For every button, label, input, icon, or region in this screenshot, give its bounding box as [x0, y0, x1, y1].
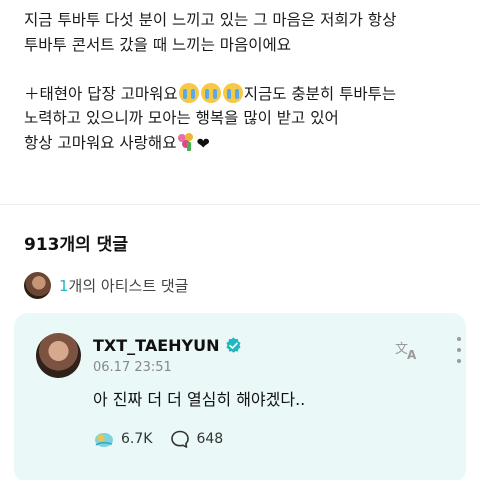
avatar — [24, 271, 51, 299]
verified-badge-icon — [225, 337, 241, 353]
artist-comment-card: TXT_TAEHYUN 06.17 23:51 아 진짜 더 더 열심히 해야겠… — [14, 313, 466, 480]
crying-face-emoji-icon — [200, 82, 221, 103]
post-line-text: 항상 고마워요 사랑해요 — [24, 133, 177, 152]
author-name[interactable]: TXT_TAEHYUN — [93, 336, 220, 355]
bouquet-emoji-icon — [176, 132, 196, 152]
author-name-row[interactable]: TXT_TAEHYUN — [93, 336, 242, 355]
post-line: 노력하고 있으니까 모아는 행복을 많이 받고 있어 — [24, 109, 339, 127]
svg-text:A: A — [407, 348, 417, 361]
section-divider — [0, 204, 480, 205]
artist-comment-count: 1 — [59, 276, 69, 295]
post-line: 지금 투바투 다섯 분이 느끼고 있는 그 마음은 저희가 항상 — [24, 11, 397, 29]
author-avatar[interactable] — [36, 333, 81, 378]
post-line-prefix: ＋태현아 답장 고마워요 — [24, 84, 178, 103]
artist-comments-label: 1개의 아티스트 댓글 — [59, 275, 188, 296]
comment-count: 913개의 댓글 — [24, 235, 128, 255]
post-line: 투바투 콘서트 갔을 때 느끼는 마음이에요 — [24, 35, 292, 54]
post-line: 항상 고마워요 사랑해요 ❤ — [24, 131, 464, 156]
post-body: 지금 투바투 다섯 분이 느끼고 있는 그 마음은 저희가 항상 투바투 콘서트… — [24, 8, 464, 155]
translate-icon[interactable]: 文 A — [394, 339, 420, 361]
reply-count: 648 — [196, 431, 224, 447]
artist-comments-toggle[interactable]: 1개의 아티스트 댓글 — [24, 271, 188, 299]
artist-comment-label-text: 개의 아티스트 댓글 — [68, 276, 189, 295]
comment-stats: 6.7K 648 — [93, 427, 223, 451]
comment-text: 아 진짜 더 더 열심히 해야겠다.. — [93, 390, 306, 409]
like-icon — [95, 433, 113, 447]
post-line: ＋태현아 답장 고마워요 지금도 충분히 투바투는 — [24, 82, 464, 107]
like-count: 6.7K — [121, 431, 153, 447]
like-button[interactable]: 6.7K — [93, 429, 152, 449]
post-line-suffix: 지금도 충분히 투바투는 — [243, 84, 397, 103]
comment-timestamp: 06.17 23:51 — [93, 360, 172, 375]
reply-button[interactable]: 648 — [170, 429, 223, 449]
crying-face-emoji-icon — [178, 82, 199, 103]
crying-face-emoji-icon — [222, 82, 243, 103]
comment-bubble-icon — [171, 430, 190, 448]
black-heart-emoji-icon: ❤ — [196, 133, 210, 153]
more-vertical-icon[interactable] — [454, 337, 464, 363]
